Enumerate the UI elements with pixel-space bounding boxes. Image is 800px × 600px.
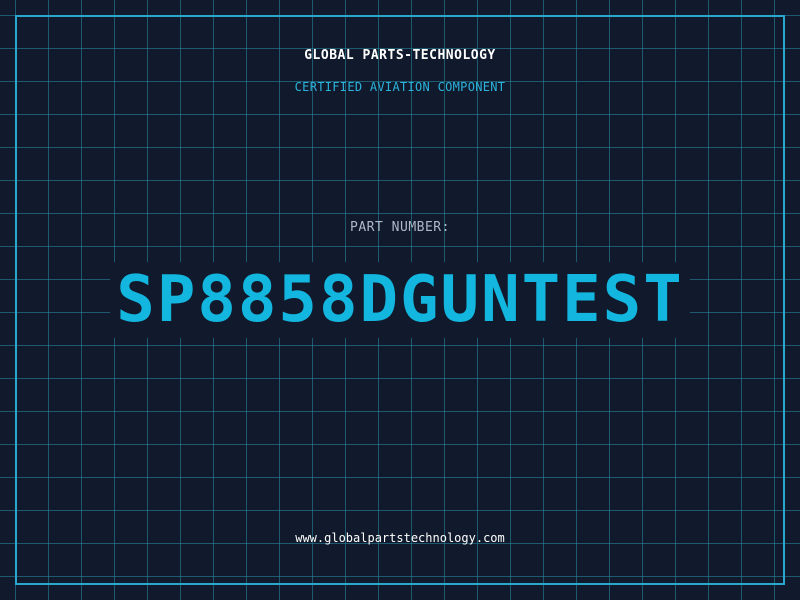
website-url: www.globalpartstechnology.com: [295, 531, 505, 545]
part-label-card: GLOBAL PARTS-TECHNOLOGY CERTIFIED AVIATI…: [0, 0, 800, 600]
company-name: GLOBAL PARTS-TECHNOLOGY: [304, 48, 496, 63]
part-number-value: SP8858DGUNTEST: [110, 262, 690, 338]
part-number-label: PART NUMBER:: [350, 220, 450, 235]
part-number-container: SP8858DGUNTEST: [0, 262, 800, 338]
certification-tagline: CERTIFIED AVIATION COMPONENT: [294, 80, 506, 94]
